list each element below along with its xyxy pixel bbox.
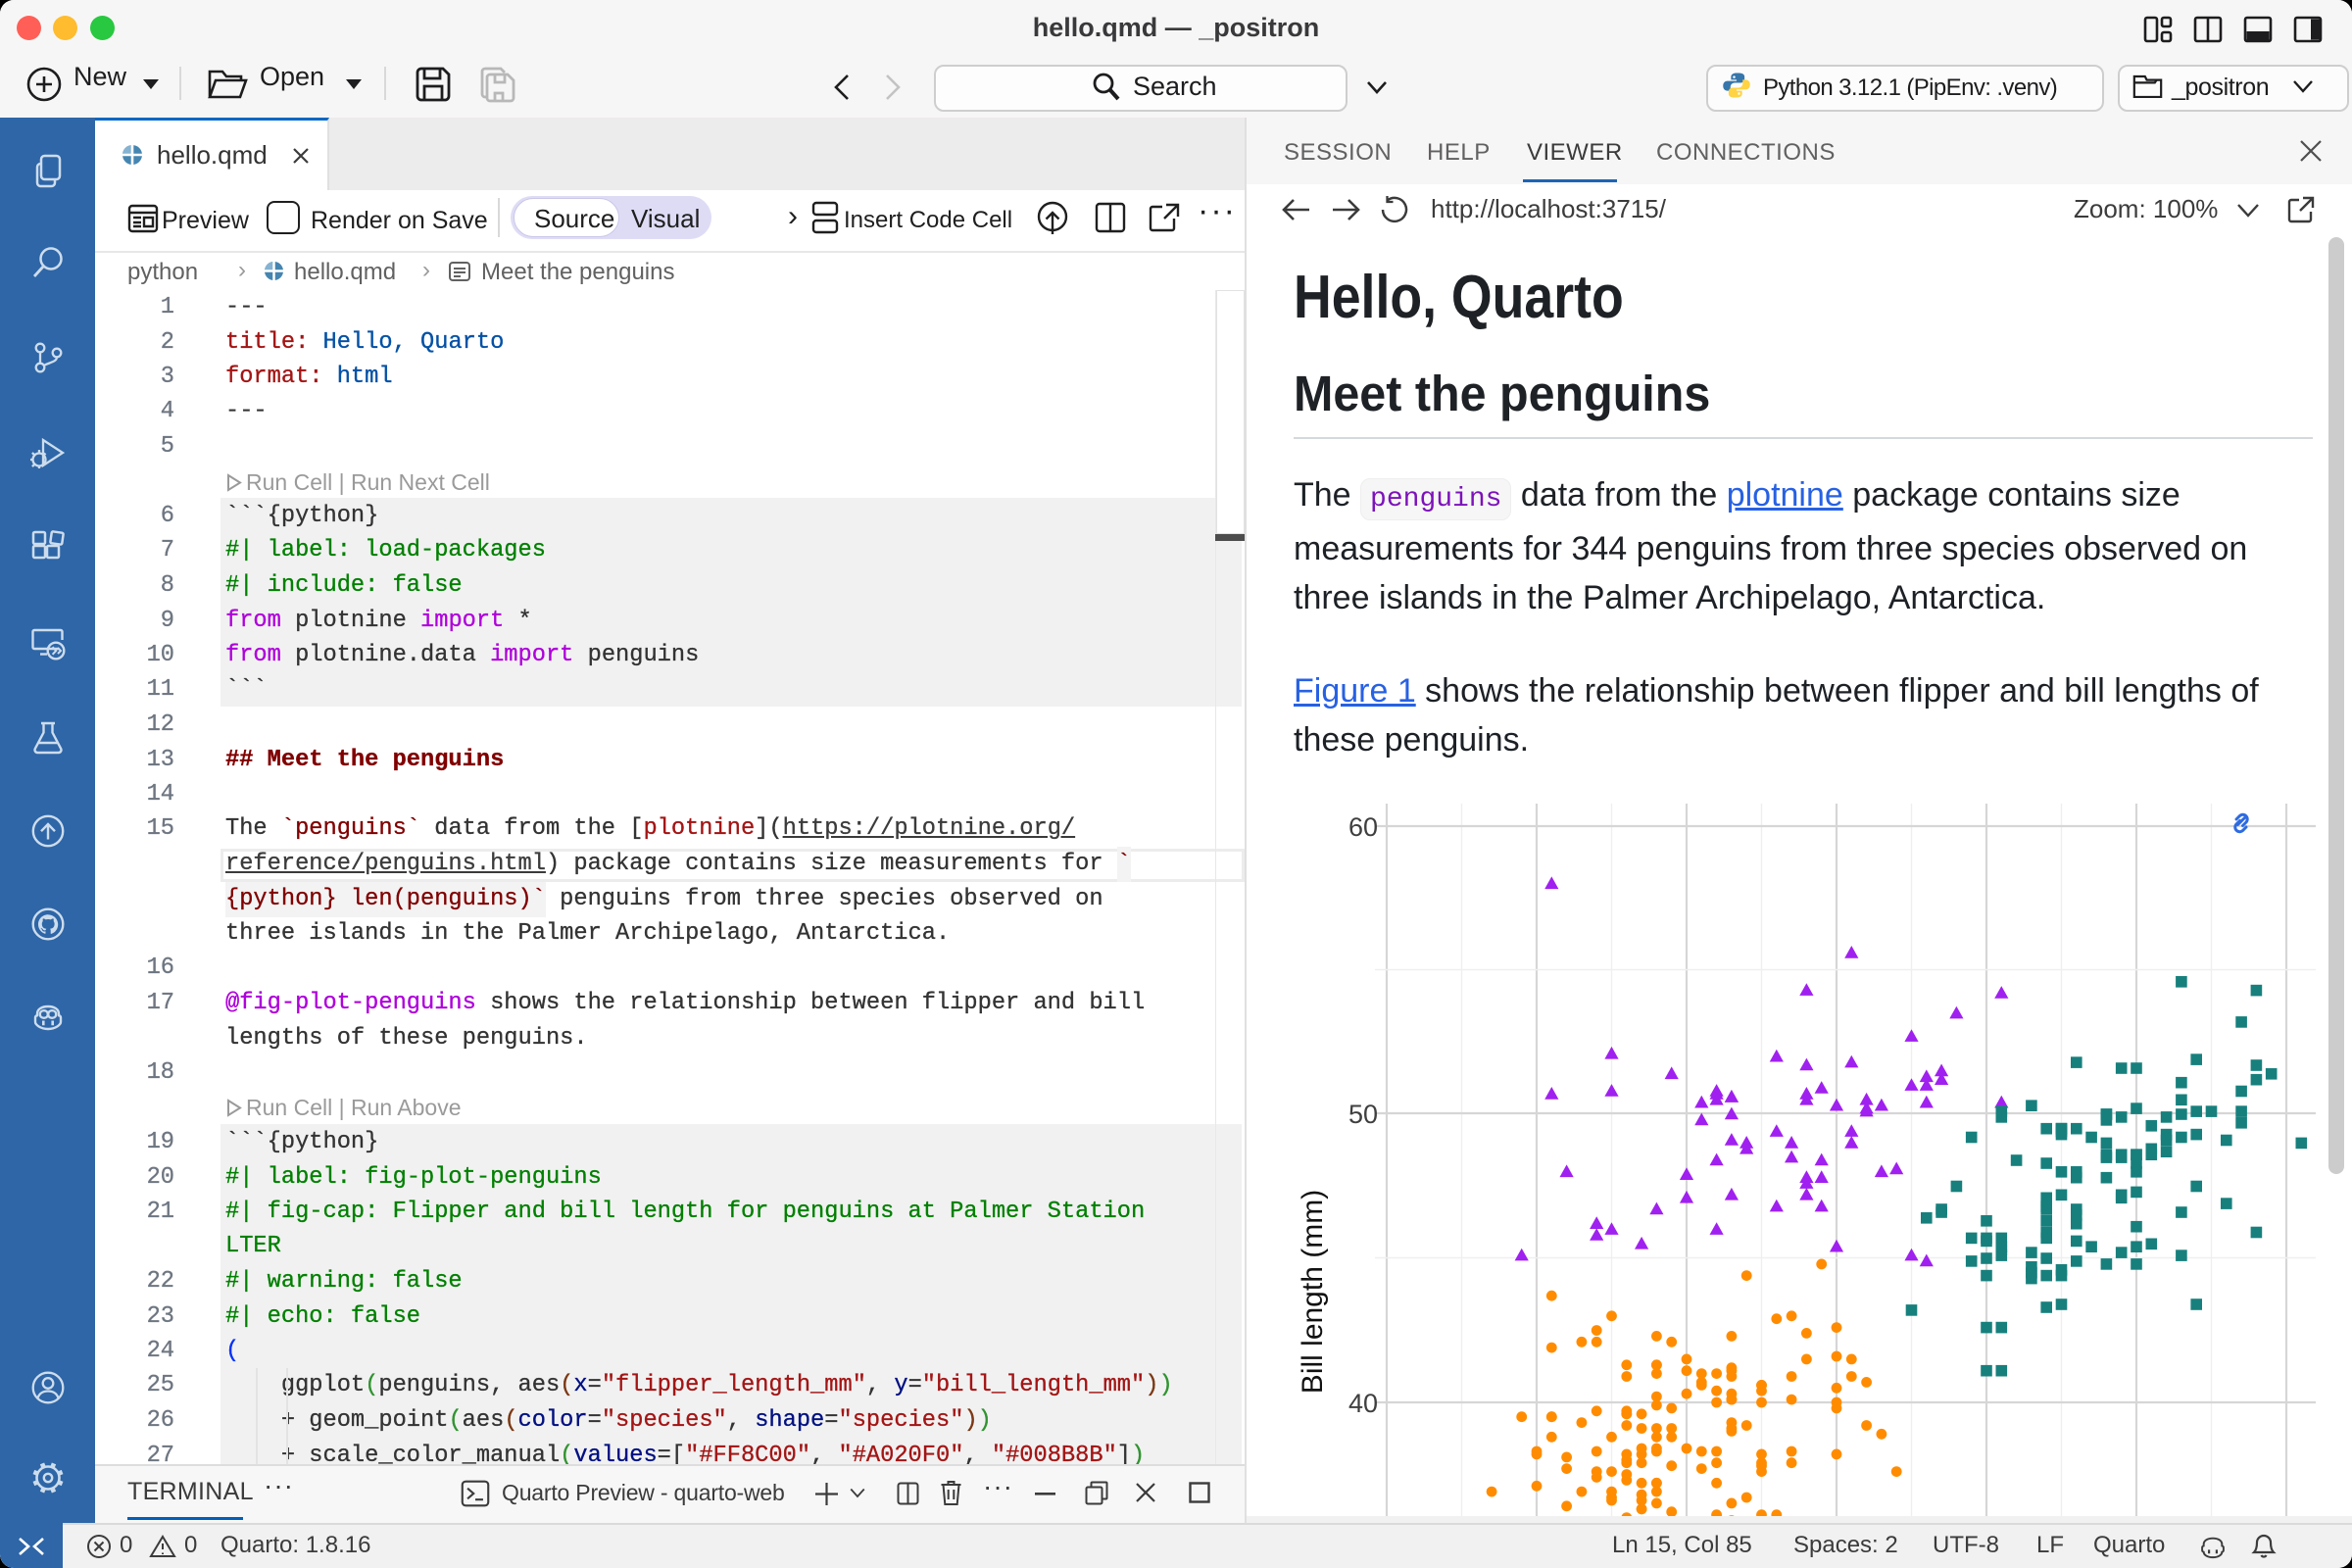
svg-text:60: 60	[1348, 812, 1378, 842]
svg-text:40: 40	[1348, 1389, 1378, 1418]
svg-text:50: 50	[1348, 1100, 1378, 1129]
svg-text:Bill length (mm): Bill length (mm)	[1297, 1190, 1329, 1394]
